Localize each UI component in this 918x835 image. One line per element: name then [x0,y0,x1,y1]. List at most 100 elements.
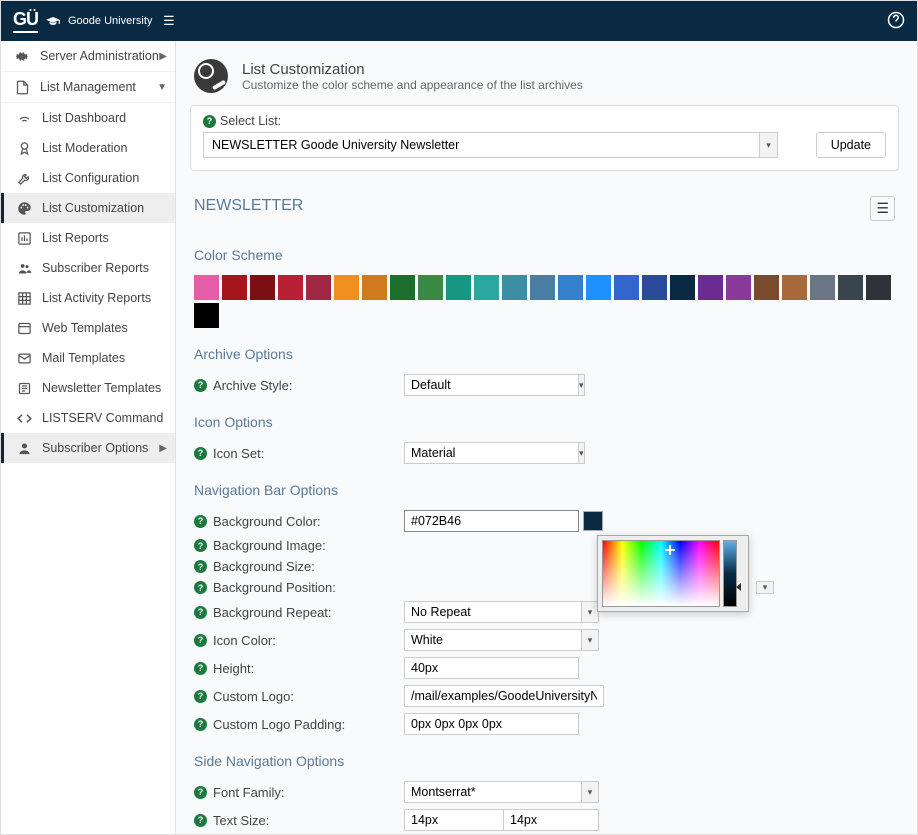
nav-item-list-dashboard[interactable]: List Dashboard [1,103,175,133]
doc-icon [14,79,30,95]
color-picker-hue-handle[interactable] [736,583,741,591]
color-swatch[interactable] [502,275,527,300]
help-dot-icon[interactable]: ? [194,379,207,392]
color-swatch[interactable] [418,275,443,300]
color-swatch[interactable] [306,275,331,300]
nav-label: List Configuration [42,171,139,185]
color-picker-crosshair[interactable] [665,545,675,555]
icon-set-select[interactable] [404,442,578,464]
dropdown-button[interactable]: ▾ [581,629,599,651]
color-swatch[interactable] [838,275,863,300]
color-swatch[interactable] [586,275,611,300]
color-swatch[interactable] [754,275,779,300]
color-swatch[interactable] [222,275,247,300]
graduation-cap-icon [46,17,60,25]
sidebar: Server Administration▶List Management▼ L… [1,41,176,834]
color-swatch[interactable] [642,275,667,300]
nav-item-web-templates[interactable]: Web Templates [1,313,175,343]
color-swatch[interactable] [698,275,723,300]
color-swatch[interactable] [474,275,499,300]
color-swatch[interactable] [194,303,219,328]
nav-label: List Management [40,80,136,94]
sidenav-textsize-input-2[interactable] [504,809,599,831]
nav-item-subscriber-reports[interactable]: Subscriber Reports [1,253,175,283]
nav-label: List Customization [42,201,144,215]
color-swatch[interactable] [194,275,219,300]
dropdown-button[interactable]: ▾ [578,442,585,464]
color-swatch[interactable] [782,275,807,300]
chart-icon [16,230,32,246]
help-dot-icon[interactable]: ? [194,634,207,647]
color-swatch[interactable] [810,275,835,300]
nav-item-mail-templates[interactable]: Mail Templates [1,343,175,373]
color-swatch[interactable] [530,275,555,300]
help-icon[interactable] [887,11,905,32]
archive-style-select[interactable] [404,374,578,396]
color-swatch[interactable] [558,275,583,300]
color-swatch[interactable] [390,275,415,300]
update-button[interactable]: Update [816,132,886,158]
help-dot-icon[interactable]: ? [194,560,207,573]
help-dot-icon[interactable]: ? [194,662,207,675]
dropdown-button[interactable]: ▾ [756,581,774,594]
color-picker-hue[interactable] [723,540,737,607]
color-swatch[interactable] [250,275,275,300]
navbar-height-label: Height: [213,661,254,676]
help-dot-icon[interactable]: ? [194,606,207,619]
navbar-logo-input[interactable] [404,685,604,707]
nav-item-list-moderation[interactable]: List Moderation [1,133,175,163]
color-swatch[interactable] [726,275,751,300]
color-swatch[interactable] [670,275,695,300]
color-swatch[interactable] [278,275,303,300]
color-picker-saturation[interactable] [602,540,720,607]
icon-set-label: Icon Set: [213,446,264,461]
color-swatch[interactable] [866,275,891,300]
help-dot-icon[interactable]: ? [194,718,207,731]
color-swatch[interactable] [334,275,359,300]
nav-item-list-management[interactable]: List Management▼ [1,72,175,103]
help-dot-icon[interactable]: ? [194,539,207,552]
brand-name: Goode University [68,15,152,27]
sidenav-textsize-input-1[interactable] [404,809,504,831]
gear-icon [14,48,30,64]
chevron-icon: ▶ [159,443,167,454]
sidenav-font-select[interactable] [404,781,581,803]
hamburger-icon[interactable]: ☰ [159,9,179,33]
nav-item-list-configuration[interactable]: List Configuration [1,163,175,193]
nav-item-subscriber-options[interactable]: Subscriber Options ▶ [1,433,175,463]
help-dot-icon[interactable]: ? [194,814,207,827]
navbar-logopad-input[interactable] [404,713,579,735]
nav-label: Subscriber Options [42,441,148,455]
help-dot-icon[interactable]: ? [194,447,207,460]
navbar-iconcolor-select[interactable] [404,629,581,651]
navbar-bgpos-label: Background Position: [213,580,336,595]
nav-item-newsletter-templates[interactable]: Newsletter Templates [1,373,175,403]
help-dot-icon[interactable]: ? [203,115,216,128]
navbar-height-input[interactable] [404,657,579,679]
code-icon [16,410,32,426]
dropdown-button[interactable]: ▾ [578,374,585,396]
color-swatch[interactable] [446,275,471,300]
nav-item-list-activity-reports[interactable]: List Activity Reports [1,283,175,313]
color-swatch[interactable] [614,275,639,300]
dropdown-button[interactable]: ▾ [581,781,599,803]
nav-item-listserv-command[interactable]: LISTSERV Command [1,403,175,433]
help-dot-icon[interactable]: ? [194,690,207,703]
navbar-bgcolor-label: Background Color: [213,514,321,529]
section-menu-button[interactable]: ☰ [870,196,895,221]
navbar-bgcolor-swatch[interactable] [583,511,603,531]
navbar-bgrep-label: Background Repeat: [213,605,332,620]
nav-item-list-reports[interactable]: List Reports [1,223,175,253]
select-list-dropdown-button[interactable]: ▾ [760,132,778,158]
select-list-input[interactable] [203,132,760,158]
grid-icon [16,290,32,306]
nav-item-list-customization[interactable]: List Customization [1,193,175,223]
nav-label: List Activity Reports [42,291,151,305]
navbar-bgrep-select[interactable] [404,601,581,623]
help-dot-icon[interactable]: ? [194,786,207,799]
nav-item-server-administration[interactable]: Server Administration▶ [1,41,175,72]
help-dot-icon[interactable]: ? [194,581,207,594]
navbar-bgcolor-input[interactable] [404,510,579,532]
help-dot-icon[interactable]: ? [194,515,207,528]
color-swatch[interactable] [362,275,387,300]
